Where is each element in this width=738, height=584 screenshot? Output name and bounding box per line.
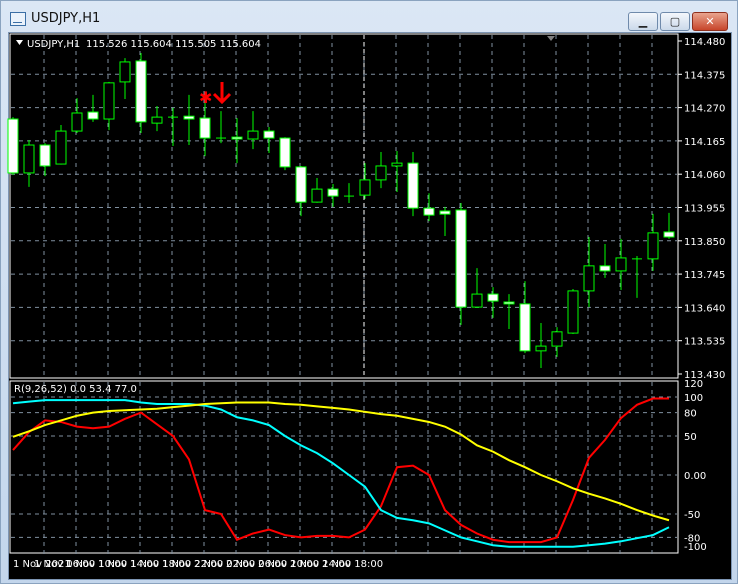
price-tick-label: 113.535 [684,337,725,348]
candle-bullish [103,82,115,120]
candle-bullish [391,162,403,167]
candle-bearish [183,115,195,120]
candle-bullish [567,290,579,334]
price-tick-label: 114.375 [684,70,725,81]
candle-bearish [455,209,467,308]
candle-bullish [55,130,67,165]
candle-bullish [583,265,595,292]
candle-bullish [311,188,323,203]
candle-bullish [23,144,35,174]
candle-bearish [279,137,291,168]
symbol-label: USDJPY,H1 [27,39,80,50]
star-marker-icon: ✱ [199,88,212,107]
indicator-tick-label: -100 [684,542,707,553]
indicator-tick-label: 120 [684,379,703,390]
price-tick-label: 114.165 [684,137,725,148]
indicator-line-cyan [12,399,670,548]
candle-bullish [471,293,483,308]
indicator-panel [9,380,679,554]
ohlc-readout: 115.526 115.604 115.505 115.604 [86,39,261,50]
indicator-tick-label: 100 [684,393,703,404]
candle-bearish [503,301,515,305]
candle-bearish [263,130,275,139]
price-tick-label: 113.745 [684,270,725,281]
chart-svg[interactable]: 114.480 114.375 114.270 114.165 114.060 113.9… [0,0,738,584]
candle-bullish [71,112,83,132]
candle-bullish [119,61,131,83]
candle-bearish [407,162,419,209]
indicator-label: R(9,26,52) 0.0 53.4 77.0 [14,384,137,395]
candle-bullish [535,345,547,352]
candle-bearish [7,118,19,174]
indicator-tick-label: 50 [684,432,697,443]
price-tick-label: 113.640 [684,303,725,314]
candle-bearish [599,265,611,272]
candle-bearish [439,210,451,215]
candle-bearish [423,207,435,216]
candle-bullish [151,116,163,124]
indicator-tick-label: 80 [684,409,697,420]
candle-bearish [327,188,339,197]
candle-bullish [551,331,563,347]
price-tick-label: 114.270 [684,104,725,115]
candle-bearish [199,117,211,139]
symbol-menu-triangle-icon [16,40,23,45]
candle-bullish [375,165,387,181]
candle-bullish [247,130,259,140]
price-tick-label: 113.850 [684,237,725,248]
down-arrow-icon [212,82,232,105]
indicator-tick-label: -50 [684,510,700,521]
candle-bullish [615,257,627,272]
time-tick-label: 2 Nov 18:00 [322,559,383,570]
price-tick-label: 113.955 [684,204,725,215]
candle-bullish [359,179,371,196]
candle-bullish [647,232,659,260]
indicator-tick-label: 0.00 [684,471,706,482]
price-tick-label: 114.480 [684,37,725,48]
candle-bearish [487,293,499,302]
candle-bearish [663,231,675,238]
candle-bearish [231,136,243,140]
candle-bearish [295,166,307,203]
candle-bearish [87,111,99,120]
candle-bearish [519,303,531,352]
price-tick-label: 114.060 [684,170,725,181]
indicator-line-yellow [12,401,670,522]
chart-shift-marker-icon [547,36,555,41]
candle-bearish [39,144,51,167]
candle-bearish [135,60,147,123]
